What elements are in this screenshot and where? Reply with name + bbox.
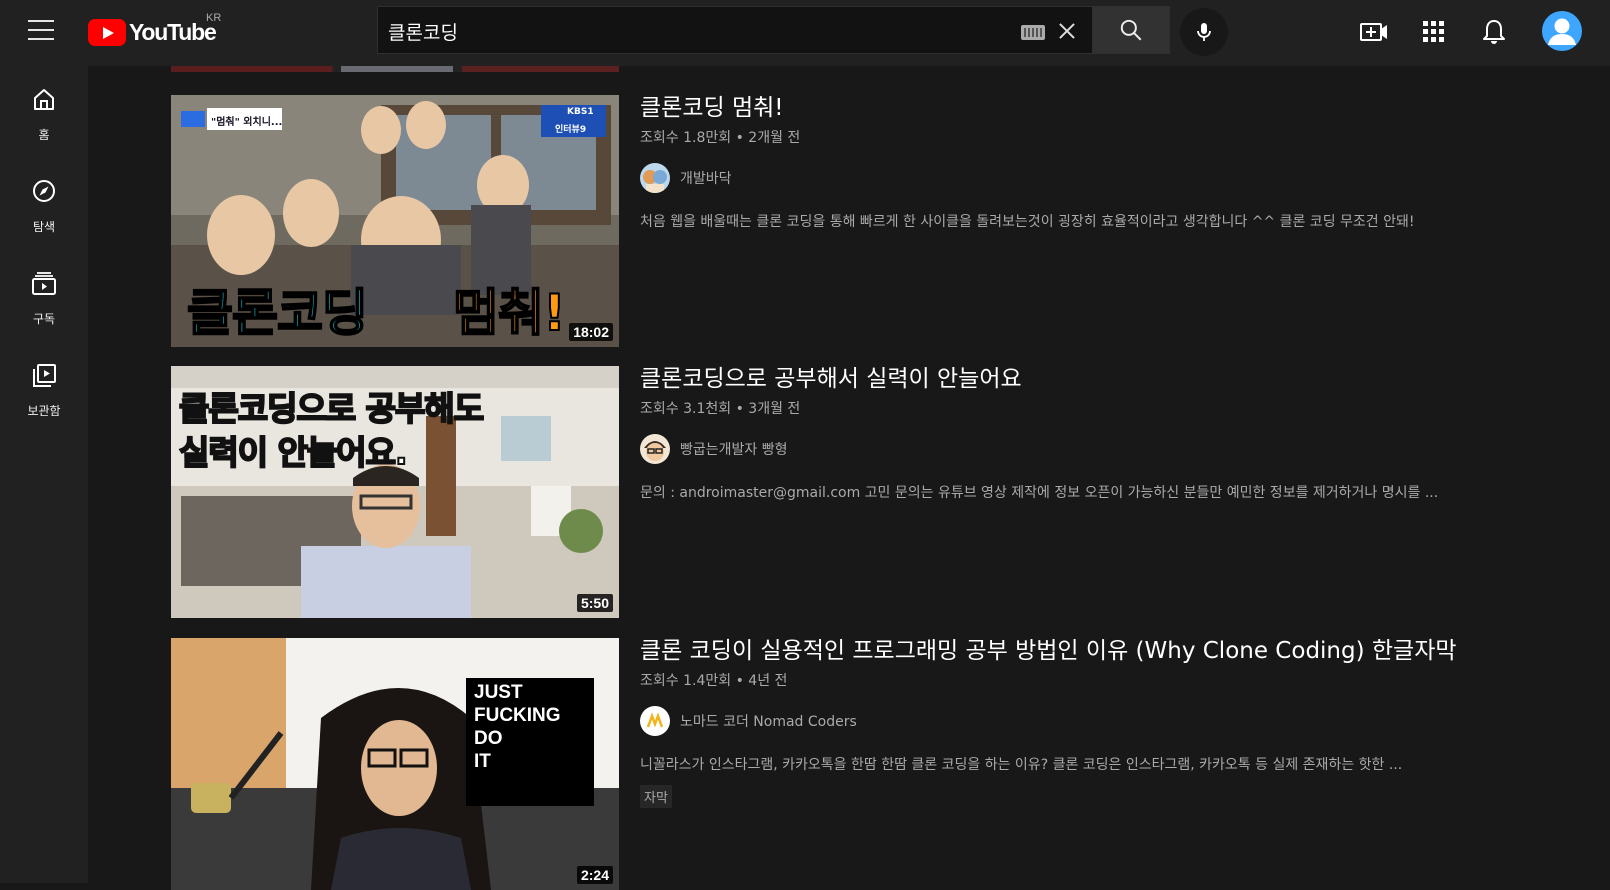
microphone-icon bbox=[1197, 23, 1211, 41]
view-count: 조회수 1.4만회 bbox=[640, 673, 732, 689]
user-avatar-icon bbox=[1548, 18, 1576, 45]
apps-grid-icon bbox=[1423, 21, 1444, 42]
sidebar-item-library[interactable]: 보관함 bbox=[0, 350, 88, 430]
video-description: 니꼴라스가 인스타그램, 카카오톡을 한땀 한땀 클론 코딩을 하는 이유? 클… bbox=[640, 757, 1403, 773]
thumbnail-caption: 멈춰! bbox=[452, 283, 567, 343]
video-title[interactable]: 클론코딩 멈춰! bbox=[640, 93, 1580, 123]
thumbnail-caption: 클론코딩 bbox=[186, 283, 369, 343]
video-description: 문의 : androimaster@gmail.com 고민 문의는 유튜브 영… bbox=[640, 485, 1439, 501]
bell-icon bbox=[1483, 20, 1505, 44]
thumbnail-caption: 클론코딩으로 공부해도 bbox=[178, 388, 485, 429]
video-duration: 18:02 bbox=[569, 323, 613, 341]
sidebar-item-label: 보관함 bbox=[27, 404, 61, 418]
thumbnail-caption: 실력이 안늘어요. bbox=[178, 432, 409, 473]
masthead: YouTube KR bbox=[0, 0, 1610, 66]
clear-search-icon[interactable] bbox=[1055, 18, 1079, 44]
video-result[interactable]: 클론코딩으로 공부해도 실력이 안늘어요. 5:50 클론코딩으로 공부해서 실… bbox=[171, 366, 1591, 618]
mini-guide-sidebar: 홈 탐색 구독 보관함 bbox=[0, 66, 88, 883]
video-result[interactable]: "멈춰" 외치니... KBS1 인터뷰9 클론코딩 멈춰! 18:02 클론코… bbox=[171, 95, 1591, 347]
thumbnail-caption: JUST bbox=[474, 682, 523, 703]
view-count: 조회수 1.8만회 bbox=[640, 130, 732, 146]
search-box bbox=[377, 6, 1093, 55]
keyboard-icon[interactable] bbox=[1021, 25, 1045, 40]
video-metadata: 조회수 1.4만회 • 4년 전 bbox=[640, 670, 787, 690]
explore-icon bbox=[33, 180, 55, 202]
channel-avatar[interactable] bbox=[640, 163, 670, 193]
thumbnail-caption: FUCKING bbox=[474, 705, 561, 726]
search-button[interactable] bbox=[1092, 6, 1170, 54]
video-thumbnail[interactable]: 클론코딩으로 공부해도 실력이 안늘어요. 5:50 bbox=[171, 366, 619, 618]
menu-icon[interactable] bbox=[28, 20, 54, 44]
thumbnail-tag: "멈춰" 외치니... bbox=[211, 117, 283, 128]
video-thumbnail[interactable]: "멈춰" 외치니... KBS1 인터뷰9 클론코딩 멈춰! 18:02 bbox=[171, 95, 619, 347]
channel-info[interactable]: 노마드 코더 Nomad Coders bbox=[640, 706, 857, 736]
channel-avatar[interactable] bbox=[640, 706, 670, 736]
meta-separator: • bbox=[731, 401, 749, 417]
apps-button[interactable] bbox=[1418, 16, 1450, 48]
channel-avatar-image bbox=[640, 706, 670, 736]
video-metadata: 조회수 3.1천회 • 3개월 전 bbox=[640, 398, 800, 418]
channel-info[interactable]: 개발바닥 bbox=[640, 163, 732, 193]
region-code: KR bbox=[206, 12, 222, 24]
home-icon bbox=[34, 89, 54, 110]
thumbnail-tag: 인터뷰9 bbox=[555, 125, 587, 135]
video-duration: 2:24 bbox=[576, 866, 613, 884]
library-icon bbox=[33, 364, 56, 387]
channel-name[interactable]: 개발바닥 bbox=[680, 168, 732, 188]
channel-name[interactable]: 노마드 코더 Nomad Coders bbox=[680, 711, 857, 731]
channel-info[interactable]: 빵굽는개발자 빵형 bbox=[640, 434, 788, 464]
thumbnail-caption: IT bbox=[474, 751, 491, 772]
video-duration: 5:50 bbox=[576, 594, 613, 612]
channel-avatar[interactable] bbox=[640, 434, 670, 464]
subscriptions-icon bbox=[32, 272, 56, 295]
search-icon bbox=[1120, 19, 1142, 41]
youtube-logo[interactable]: YouTube bbox=[88, 18, 217, 46]
thumbnail-image bbox=[171, 638, 619, 890]
meta-separator: • bbox=[731, 130, 749, 146]
search-input[interactable] bbox=[386, 7, 990, 55]
video-description: 처음 웹을 배울때는 클론 코딩을 통해 빠르게 한 사이클을 돌려보는것이 굉… bbox=[640, 214, 1415, 230]
sidebar-item-home[interactable]: 홈 bbox=[0, 74, 88, 154]
video-thumbnail[interactable]: JUST FUCKING DO IT 2:24 bbox=[171, 638, 619, 890]
voice-search-button[interactable] bbox=[1180, 8, 1228, 56]
channel-name[interactable]: 빵굽는개발자 빵형 bbox=[680, 439, 788, 459]
video-result[interactable]: JUST FUCKING DO IT 2:24 클론 코딩이 실용적인 프로그래… bbox=[171, 638, 1591, 890]
meta-separator: • bbox=[731, 673, 749, 689]
sidebar-item-subscriptions[interactable]: 구독 bbox=[0, 258, 88, 338]
subtitles-badge: 자막 bbox=[640, 785, 672, 808]
thumbnail-tag: KBS1 bbox=[567, 107, 594, 117]
thumbnail-caption: DO bbox=[474, 728, 503, 749]
video-title[interactable]: 클론코딩으로 공부해서 실력이 안늘어요 bbox=[640, 364, 1580, 394]
sidebar-item-label: 탐색 bbox=[32, 220, 56, 234]
sidebar-item-label: 구독 bbox=[32, 312, 56, 326]
create-video-icon bbox=[1360, 23, 1387, 41]
channel-avatar-image bbox=[640, 434, 670, 464]
video-metadata: 조회수 1.8만회 • 2개월 전 bbox=[640, 127, 800, 147]
upload-age: 3개월 전 bbox=[748, 401, 801, 417]
view-count: 조회수 3.1천회 bbox=[640, 401, 732, 417]
sidebar-item-explore[interactable]: 탐색 bbox=[0, 166, 88, 246]
upload-age: 4년 전 bbox=[748, 673, 788, 689]
notifications-button[interactable] bbox=[1478, 16, 1510, 48]
sidebar-item-label: 홈 bbox=[38, 128, 50, 142]
logo-text: YouTube bbox=[129, 18, 217, 45]
upload-age: 2개월 전 bbox=[748, 130, 801, 146]
video-title[interactable]: 클론 코딩이 실용적인 프로그래밍 공부 방법인 이유 (Why Clone C… bbox=[640, 636, 1580, 666]
channel-avatar-image bbox=[640, 163, 670, 193]
account-avatar[interactable] bbox=[1542, 11, 1582, 51]
create-video-button[interactable] bbox=[1358, 16, 1390, 48]
play-logo-icon bbox=[88, 18, 126, 46]
